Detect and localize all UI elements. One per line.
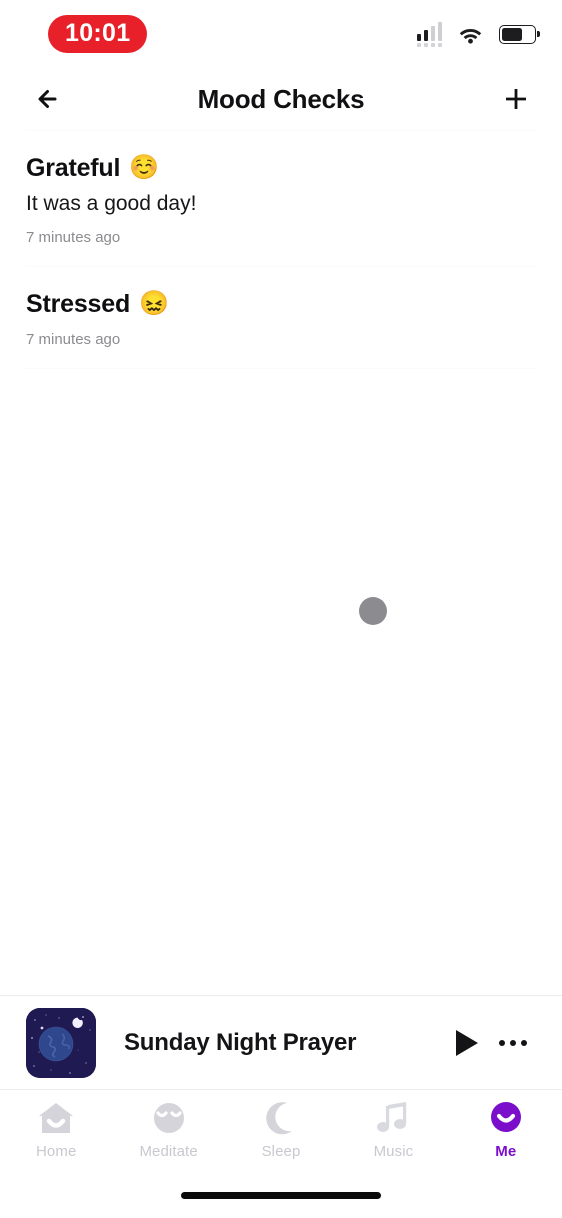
- tab-label: Me: [495, 1143, 517, 1160]
- home-indicator[interactable]: [0, 1172, 562, 1218]
- page-title: Mood Checks: [197, 83, 365, 114]
- tab-home[interactable]: Home: [0, 1098, 112, 1160]
- add-mood-check-button[interactable]: [494, 77, 538, 121]
- profile-smile-icon: [487, 1098, 525, 1138]
- mood-name: Grateful: [26, 154, 121, 182]
- loading-dot: [359, 597, 387, 625]
- more-horizontal-icon: [499, 1039, 527, 1046]
- list-item[interactable]: Stressed 😖 7 minutes ago: [0, 267, 562, 368]
- mood-checks-list[interactable]: Grateful ☺️ It was a good day! 7 minutes…: [0, 130, 562, 995]
- bottom-tab-bar: Home Meditate Sleep Music Me: [0, 1090, 562, 1172]
- arrow-left-icon: [38, 90, 57, 108]
- music-note-icon: [374, 1098, 412, 1138]
- tab-label: Home: [35, 1143, 77, 1160]
- mood-check-timestamp: 7 minutes ago: [26, 331, 121, 349]
- plus-icon: [506, 89, 526, 109]
- status-bar-indicators: [416, 21, 540, 47]
- tab-meditate[interactable]: Meditate: [112, 1098, 224, 1160]
- relieved-face-emoji: ☺️: [129, 154, 159, 181]
- wifi-icon: [459, 28, 482, 44]
- page-header: Mood Checks: [0, 68, 562, 130]
- mood-check-title: Stressed 😖: [26, 289, 536, 319]
- status-bar-clock: 10:01: [48, 14, 148, 54]
- mood-check-title: Grateful ☺️: [26, 153, 536, 183]
- tab-label: Sleep: [261, 1143, 301, 1160]
- player-more-options-button[interactable]: [490, 1020, 536, 1066]
- play-button[interactable]: [444, 1020, 490, 1066]
- status-bar: 10:01: [0, 0, 562, 68]
- mood-name: Stressed: [26, 290, 131, 319]
- player-track-title: Sunday Night Prayer: [124, 1028, 357, 1056]
- battery-icon: [499, 24, 540, 44]
- cellular-signal-icon: [416, 21, 442, 47]
- mini-player[interactable]: Sunday Night Prayer: [0, 995, 562, 1090]
- back-button[interactable]: [24, 77, 68, 121]
- night-sky-planet-artwork: [26, 1007, 96, 1078]
- tab-sleep[interactable]: Sleep: [225, 1098, 337, 1160]
- home-smile-icon: [37, 1098, 75, 1138]
- meditating-face-icon: [150, 1098, 188, 1138]
- tab-me[interactable]: Me: [450, 1098, 562, 1160]
- mood-check-timestamp: 7 minutes ago: [26, 229, 121, 247]
- confounded-face-emoji: 😖: [139, 290, 169, 318]
- tab-label: Music: [373, 1143, 414, 1160]
- app-screen: 10:01 Mood Checks Grateful ☺️ It was a g…: [0, 0, 562, 1218]
- tab-music[interactable]: Music: [337, 1098, 449, 1160]
- crescent-moon-icon: [262, 1098, 300, 1138]
- mood-check-note: It was a good day!: [26, 192, 197, 215]
- tab-label: Meditate: [139, 1143, 198, 1160]
- list-divider: [26, 368, 536, 370]
- play-icon: [456, 1029, 478, 1056]
- list-item[interactable]: Grateful ☺️ It was a good day! 7 minutes…: [0, 131, 562, 266]
